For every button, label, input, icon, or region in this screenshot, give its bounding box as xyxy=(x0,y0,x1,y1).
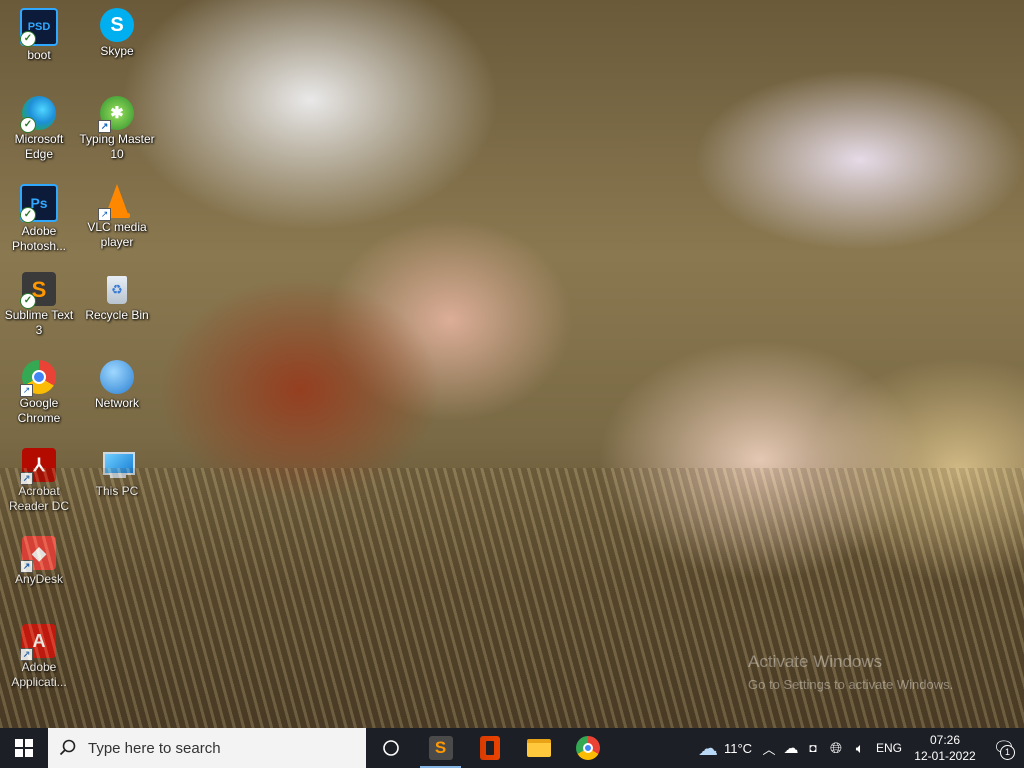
camera-icon: ◘ xyxy=(809,741,817,755)
watermark-title: Activate Windows xyxy=(748,652,883,671)
search-icon xyxy=(48,739,88,757)
photoshop-icon: Ps ✓ xyxy=(20,184,58,223)
clock-date: 12-01-2022 xyxy=(914,749,976,763)
skype-icon: S xyxy=(100,8,134,42)
search-placeholder: Type here to search xyxy=(88,739,221,757)
desktop-icon-this-pc[interactable]: This PC xyxy=(78,444,156,528)
network-icon xyxy=(100,360,134,394)
desktop-icon-network[interactable]: Network xyxy=(78,356,156,440)
file-explorer-icon xyxy=(526,739,551,757)
typing-master-icon: ✱ ↗ xyxy=(98,96,134,133)
language-label: ENG xyxy=(875,741,902,755)
search-box[interactable]: Type here to search xyxy=(48,728,366,768)
activate-windows-watermark: Activate Windows Go to Settings to activ… xyxy=(748,652,953,695)
task-view-icon xyxy=(383,740,399,756)
desktop-icon-acrobat[interactable]: ⅄ ↗ Acrobat Reader DC xyxy=(0,444,78,528)
desktop-icon-chrome[interactable]: ↗ Google Chrome xyxy=(0,356,78,440)
chrome-icon xyxy=(575,736,600,760)
desktop-icon-skype[interactable]: S Skype xyxy=(78,4,156,88)
desktop-icon-anydesk[interactable]: ◆ ↗ AnyDesk xyxy=(0,532,78,616)
desktop-icon-typing-master[interactable]: ✱ ↗ Typing Master 10 xyxy=(78,92,156,176)
acrobat-icon: ⅄ ↗ xyxy=(20,448,56,485)
edge-icon: ✓ xyxy=(20,96,56,133)
volume-tray-button[interactable]: 🔈︎ xyxy=(848,728,872,768)
taskbar-sublime-button[interactable]: S xyxy=(416,728,465,768)
desktop-icon-adobe-app[interactable]: A ↗ Adobe Applicati... xyxy=(0,620,78,704)
sublime-icon: S xyxy=(428,736,453,760)
start-button[interactable] xyxy=(0,728,48,768)
notification-count: 1 xyxy=(1000,745,1015,760)
desktop-wallpaper[interactable]: PSD ✓ boot ✓ Microsoft Edge Ps ✓ Adobe Pho… xyxy=(0,0,1024,728)
office-icon xyxy=(479,736,500,760)
action-center-button[interactable]: 🗨︎ 1 xyxy=(984,728,1024,768)
taskbar: Type here to search S ☁ 11°C ︿ ☁ ◘ 🌐︎ 🔈︎ xyxy=(0,728,1024,768)
language-indicator[interactable]: ENG xyxy=(872,728,906,768)
recycle-bin-icon: ♻ xyxy=(100,272,134,306)
clock-time: 07:26 xyxy=(929,733,961,747)
vlc-icon: ↗ xyxy=(98,184,134,221)
network-tray-button[interactable]: 🌐︎ xyxy=(824,728,848,768)
taskbar-chrome-button[interactable] xyxy=(563,728,612,768)
chevron-up-icon: ︿ xyxy=(762,741,776,757)
desktop-icon-recycle-bin[interactable]: ♻ Recycle Bin xyxy=(78,268,156,352)
desktop-icon-photoshop[interactable]: Ps ✓ Adobe Photosh... xyxy=(0,180,78,264)
onedrive-cloud-icon: ☁ xyxy=(783,740,799,757)
taskbar-office-button[interactable] xyxy=(465,728,514,768)
taskbar-file-explorer-button[interactable] xyxy=(514,728,563,768)
weather-temp: 11°C xyxy=(723,740,753,756)
desktop-icon-sublime[interactable]: S ✓ Sublime Text 3 xyxy=(0,268,78,352)
desktop-icon-edge[interactable]: ✓ Microsoft Edge xyxy=(0,92,78,176)
globe-icon: 🌐︎ xyxy=(829,739,842,757)
chrome-icon: ↗ xyxy=(20,360,56,397)
this-pc-icon xyxy=(100,448,135,482)
photoshop-file-icon: PSD ✓ xyxy=(20,8,58,47)
clock[interactable]: 07:26 12-01-2022 xyxy=(906,732,984,764)
cloud-icon: ☁ xyxy=(697,737,718,760)
speaker-icon: 🔈︎ xyxy=(855,739,865,756)
anydesk-icon: ◆ ↗ xyxy=(20,536,56,573)
watermark-subtitle: Go to Settings to activate Windows. xyxy=(748,677,954,692)
camera-tray-button[interactable]: ◘ xyxy=(802,728,824,768)
sublime-icon: S ✓ xyxy=(20,272,56,309)
adobe-app-icon: A ↗ xyxy=(20,624,56,661)
desktop-icon-vlc[interactable]: ↗ VLC media player xyxy=(78,180,156,264)
weather-widget[interactable]: ☁ 11°C xyxy=(692,728,758,768)
onedrive-tray-button[interactable]: ☁ xyxy=(780,728,802,768)
desktop-icon-boot[interactable]: PSD ✓ boot xyxy=(0,4,78,88)
windows-logo-icon xyxy=(15,739,33,757)
task-view-button[interactable] xyxy=(366,728,416,768)
show-hidden-icons-button[interactable]: ︿ xyxy=(758,728,780,768)
